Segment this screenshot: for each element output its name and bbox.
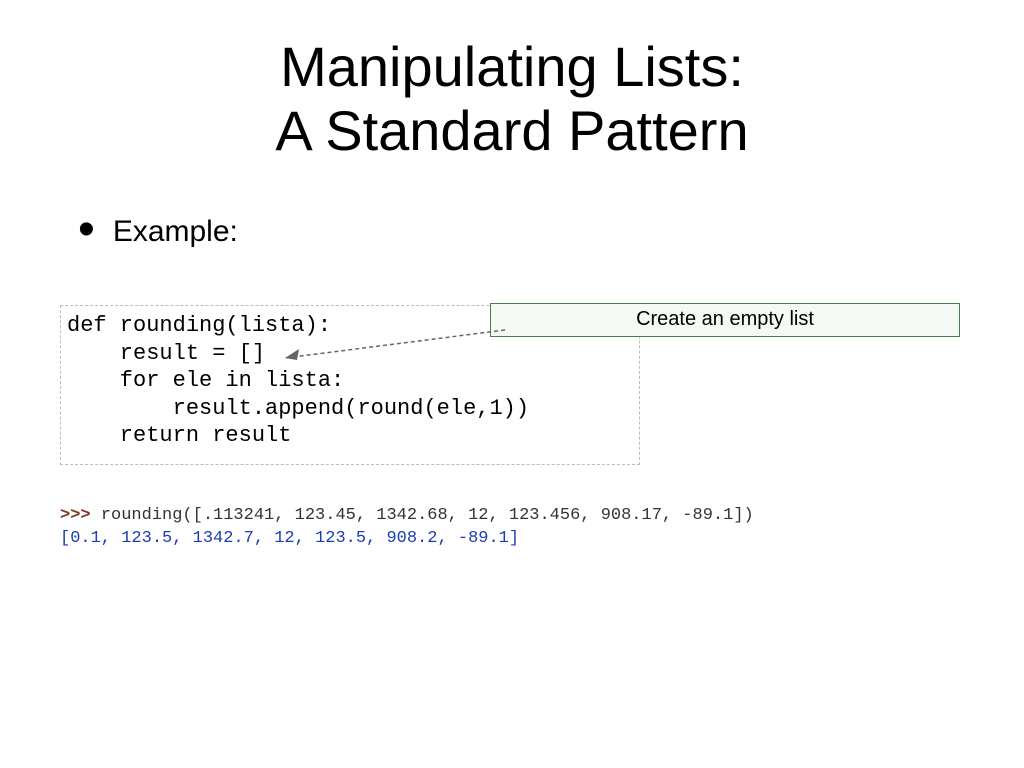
bullet-label: Example: (113, 215, 238, 248)
code-line-4: result.append(round(ele,1)) (67, 396, 529, 421)
callout-text: Create an empty list (636, 308, 814, 330)
title-line-2: A Standard Pattern (275, 99, 748, 162)
title-line-1: Manipulating Lists: (280, 35, 744, 98)
code-line-3: for ele in lista: (67, 368, 344, 393)
terminal-call: rounding([.113241, 123.45, 1342.68, 12, … (101, 506, 754, 525)
bullet-dot-icon: • (78, 203, 95, 256)
terminal-result: [0.1, 123.5, 1342.7, 12, 123.5, 908.2, -… (60, 528, 754, 551)
code-line-1: def rounding(lista): (67, 313, 331, 338)
annotation-callout: Create an empty list (490, 303, 960, 337)
slide-title: Manipulating Lists: A Standard Pattern (0, 35, 1024, 164)
slide: Manipulating Lists: A Standard Pattern •… (0, 0, 1024, 768)
python-prompt: >>> (60, 506, 101, 525)
code-line-5: return result (67, 423, 291, 448)
code-line-2: result = [] (67, 341, 265, 366)
bullet-example: •Example: (78, 215, 238, 249)
terminal-input-line: >>> rounding([.113241, 123.45, 1342.68, … (60, 505, 754, 528)
terminal-output: >>> rounding([.113241, 123.45, 1342.68, … (60, 505, 754, 551)
